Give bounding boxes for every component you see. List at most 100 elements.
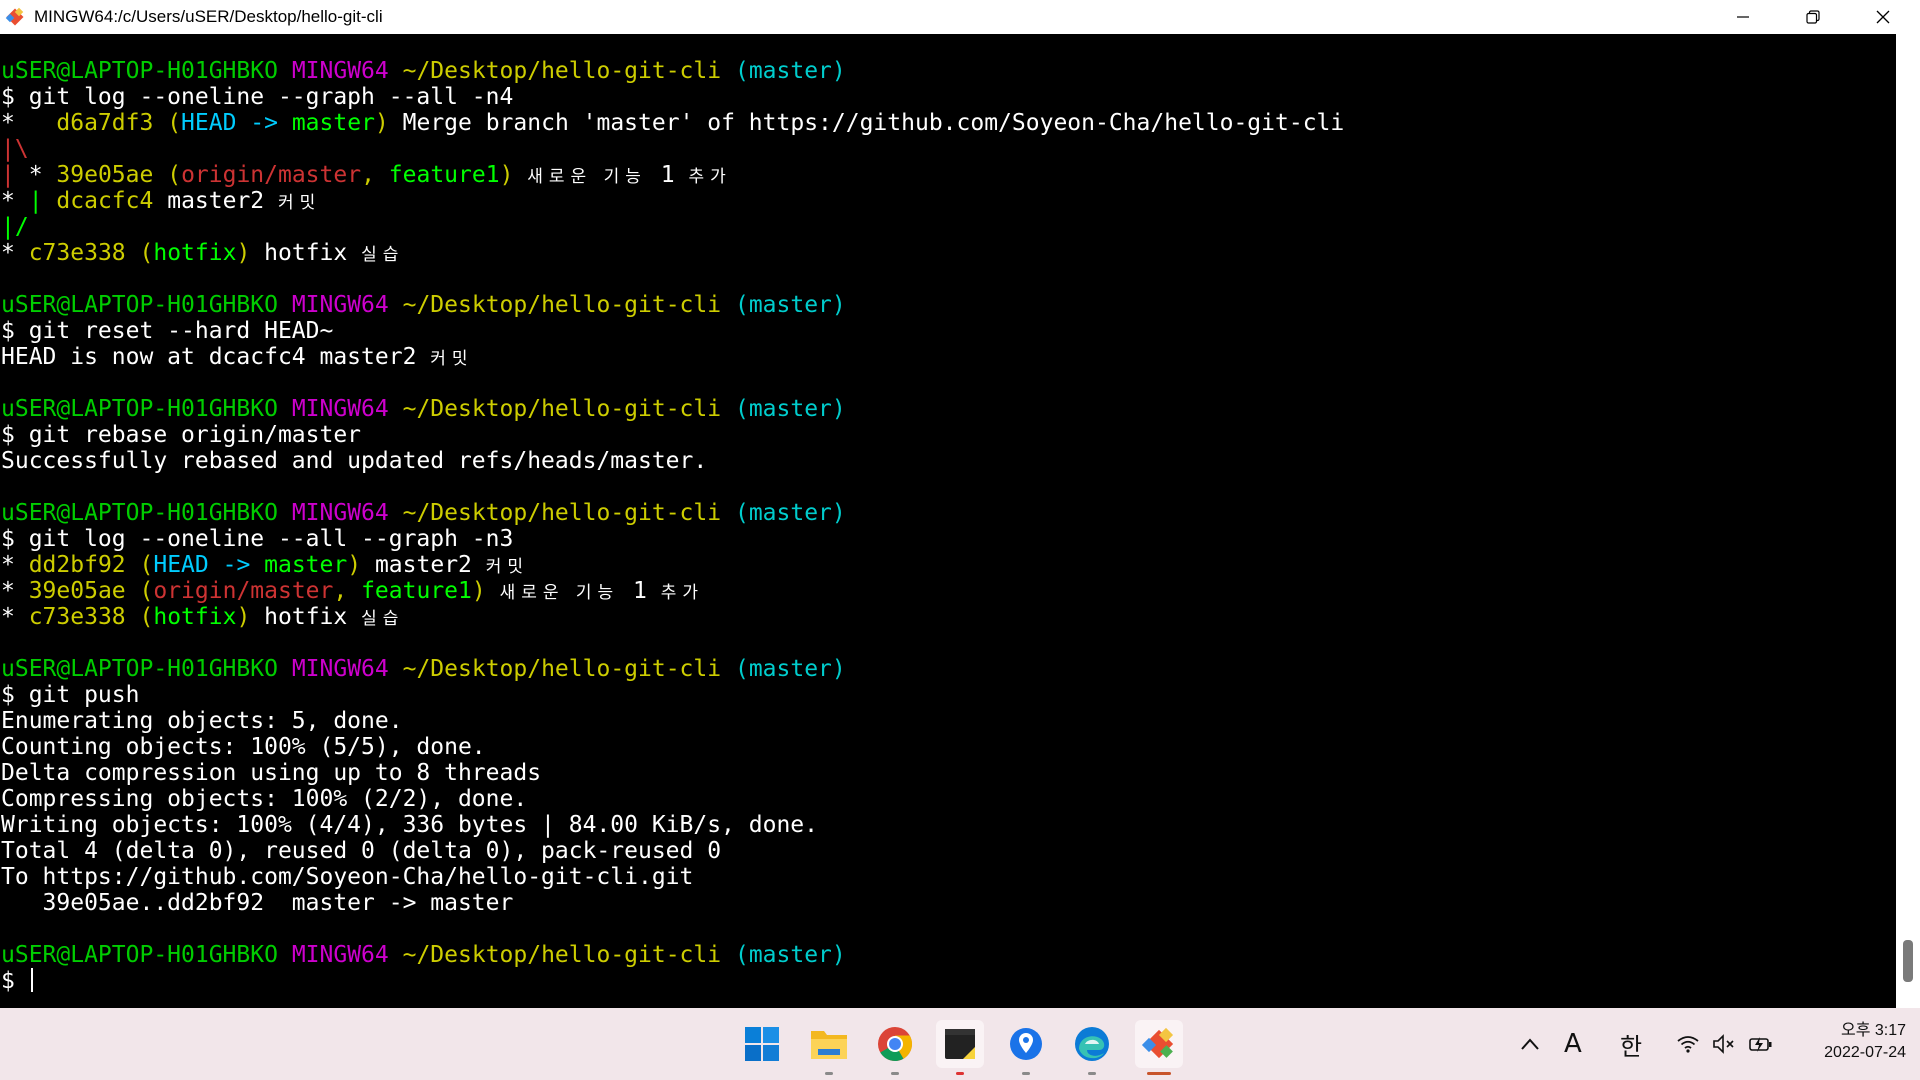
prompt-path: ~/Desktop/hello-git-cli xyxy=(402,656,722,682)
prompt-user: uSER@LAPTOP-H01GHBKO xyxy=(1,942,278,968)
prompt-system: MINGW64 xyxy=(291,942,389,968)
git-bash-app-icon xyxy=(4,6,26,28)
terminal-output[interactable]: uSER@LAPTOP-H01GHBKO MINGW64 ~/Desktop/h… xyxy=(0,34,1896,1008)
commit-hash: dd2bf92 xyxy=(28,552,126,578)
scrollbar-thumb[interactable] xyxy=(1903,940,1913,982)
output-line: Compressing objects: 100% (2/2), done. xyxy=(1,786,528,812)
prompt-branch: (master) xyxy=(734,58,846,84)
branch-ref: feature1 xyxy=(388,162,500,188)
restore-button[interactable] xyxy=(1778,0,1848,34)
commit-message: 실습 xyxy=(361,245,405,265)
output-line: Total 4 (delta 0), reused 0 (delta 0), p… xyxy=(1,838,722,864)
minimize-button[interactable] xyxy=(1708,0,1778,34)
prompt-branch: (master) xyxy=(734,396,846,422)
running-indicator xyxy=(1088,1072,1096,1075)
prompt-user: uSER@LAPTOP-H01GHBKO xyxy=(1,500,278,526)
commit-hash: d6a7df3 xyxy=(56,110,154,136)
branch-ref: hotfix xyxy=(153,604,237,630)
prompt-user: uSER@LAPTOP-H01GHBKO xyxy=(1,58,278,84)
running-indicator xyxy=(825,1072,833,1075)
commit-hash: 39e05ae xyxy=(28,578,126,604)
edge-icon xyxy=(1075,1027,1109,1061)
commit-message: 커밋 xyxy=(278,193,322,213)
prompt-user: uSER@LAPTOP-H01GHBKO xyxy=(1,396,278,422)
commit-message: hotfix xyxy=(264,604,348,630)
windows-start-icon xyxy=(745,1027,779,1061)
wifi-button[interactable] xyxy=(1676,1008,1700,1080)
git-bash-button[interactable] xyxy=(1135,1020,1183,1075)
clock-button[interactable]: 오후 3:17 2022-07-24 xyxy=(1786,1020,1906,1064)
branch-ref: master xyxy=(291,110,375,136)
commit-message: 새로운 기능 xyxy=(499,583,620,603)
vertical-scrollbar[interactable] xyxy=(1896,34,1920,1008)
commit-message: Merge branch 'master' of https://github.… xyxy=(388,110,1345,136)
remote-ref: origin/master xyxy=(153,578,334,604)
graph-branch: |\ xyxy=(1,136,29,162)
sticky-notes-button[interactable] xyxy=(936,1020,984,1075)
chevron-up-icon xyxy=(1521,1038,1539,1050)
volume-button[interactable] xyxy=(1712,1008,1736,1080)
output-line: Delta compression using up to 8 threads xyxy=(1,760,542,786)
ime-mode-button[interactable]: A xyxy=(1564,1008,1582,1080)
running-indicator xyxy=(956,1072,964,1075)
language-button[interactable]: 한 xyxy=(1620,1008,1642,1080)
title-bar[interactable]: MINGW64:/c/Users/uSER/Desktop/hello-git-… xyxy=(0,0,1920,34)
commit-message: 1 xyxy=(660,162,675,188)
output-text: 커밋 xyxy=(430,349,474,369)
prompt-symbol: $ xyxy=(1,968,29,994)
sticky-notes-icon xyxy=(945,1029,975,1059)
commit-hash: 39e05ae xyxy=(56,162,154,188)
clock-date: 2022-07-24 xyxy=(1824,1044,1906,1061)
show-hidden-icons-button[interactable] xyxy=(1520,1008,1540,1080)
text-cursor xyxy=(30,968,33,992)
battery-button[interactable] xyxy=(1748,1008,1774,1080)
prompt-user: uSER@LAPTOP-H01GHBKO xyxy=(1,292,278,318)
prompt-path: ~/Desktop/hello-git-cli xyxy=(402,500,722,526)
file-explorer-button[interactable] xyxy=(805,1020,853,1075)
start-button[interactable] xyxy=(738,1020,786,1068)
prompt-line: uSER@LAPTOP-H01GHBKO MINGW64 ~/Desktop/h… xyxy=(0,58,1896,84)
maps-button[interactable] xyxy=(1002,1020,1050,1075)
prompt-branch: (master) xyxy=(734,500,846,526)
log-line: * c73e338 (hotfix) hotfix 실습 xyxy=(1,604,405,630)
commit-hash: dcacfc4 xyxy=(56,188,154,214)
active-indicator xyxy=(1147,1072,1171,1075)
command-line: $ git rebase origin/master xyxy=(1,422,362,448)
commit-message: master2 xyxy=(167,188,265,214)
close-button[interactable] xyxy=(1848,0,1918,34)
input-line[interactable]: $ xyxy=(0,968,1896,994)
volume-muted-icon xyxy=(1713,1034,1734,1054)
clock-time: 오후 3:17 xyxy=(1840,1022,1906,1039)
prompt-system: MINGW64 xyxy=(291,656,389,682)
commit-message: master2 xyxy=(374,552,472,578)
branch-ref: feature1 xyxy=(361,578,472,604)
log-line: * d6a7df3 (HEAD -> master) Merge branch … xyxy=(1,110,1345,136)
commit-message: 커밋 xyxy=(485,557,530,577)
commit-message: 실습 xyxy=(361,609,405,629)
window-title: MINGW64:/c/Users/uSER/Desktop/hello-git-… xyxy=(34,7,383,26)
prompt-path: ~/Desktop/hello-git-cli xyxy=(402,396,722,422)
commit-message: 1 xyxy=(633,578,647,604)
output-line: Writing objects: 100% (4/4), 336 bytes |… xyxy=(1,812,818,838)
output-line: Enumerating objects: 5, done. xyxy=(1,708,403,734)
head-ref: HEAD -> xyxy=(181,110,292,136)
graph-marker: * xyxy=(1,110,57,136)
command-line: $ git reset --hard HEAD~ xyxy=(1,318,334,344)
chrome-button[interactable] xyxy=(871,1020,919,1075)
log-line: * dd2bf92 (HEAD -> master) master2 커밋 xyxy=(1,552,530,578)
edge-button[interactable] xyxy=(1068,1020,1116,1075)
prompt-line: uSER@LAPTOP-H01GHBKO MINGW64 ~/Desktop/h… xyxy=(0,656,1896,682)
prompt-line: uSER@LAPTOP-H01GHBKO MINGW64 ~/Desktop/h… xyxy=(0,942,1896,968)
output-line: To https://github.com/Soyeon-Cha/hello-g… xyxy=(1,864,694,890)
command-line: $ git log --oneline --all --graph -n3 xyxy=(1,526,514,552)
wifi-icon xyxy=(1677,1036,1699,1053)
folder-icon xyxy=(811,1031,847,1059)
prompt-path: ~/Desktop/hello-git-cli xyxy=(402,58,722,84)
output-line: 39e05ae..dd2bf92 master -> master xyxy=(1,890,514,916)
graph-line: |/ xyxy=(0,214,1896,240)
language-label: 한 xyxy=(1620,1032,1643,1061)
